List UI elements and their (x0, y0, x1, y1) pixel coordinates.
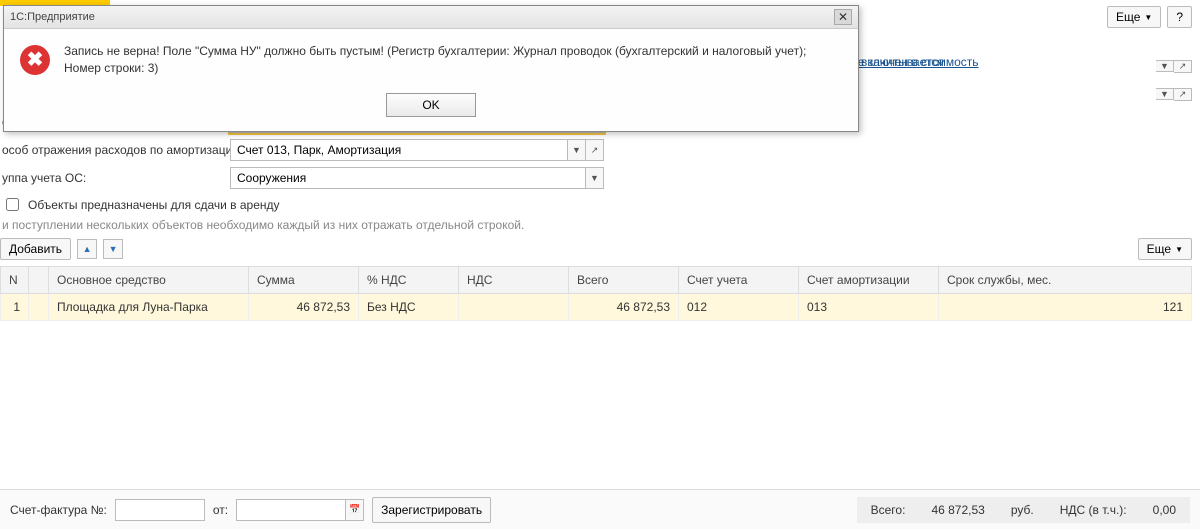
table-row[interactable]: 1 Площадка для Луна-Парка 46 872,53 Без … (1, 294, 1192, 321)
vat-total-label: НДС (в т.ч.): (1060, 503, 1127, 517)
col-n: N (1, 267, 29, 294)
col-total: Всего (569, 267, 679, 294)
chevron-down-icon: ▼ (1175, 245, 1183, 254)
more-button-table[interactable]: Еще ▼ (1138, 238, 1192, 260)
cell-amort: 013 (799, 294, 939, 321)
register-button[interactable]: Зарегистрировать (372, 497, 491, 523)
col-amort: Счет амортизации (799, 267, 939, 294)
open-icon[interactable]: ↗ (1174, 60, 1192, 73)
move-up-button[interactable] (77, 239, 97, 259)
total-value: 46 872,53 (931, 503, 984, 517)
col-term: Срок службы, мес. (939, 267, 1192, 294)
table-header-row: N Основное средство Сумма % НДС НДС Всег… (1, 267, 1192, 294)
more-label: Еще (1116, 10, 1140, 24)
open-icon[interactable]: ↗ (586, 139, 604, 161)
error-dialog: 1С:Предприятие ✕ ✖ Запись не верна! Поле… (3, 5, 859, 132)
col-vatrate: % НДС (359, 267, 459, 294)
col-vat: НДС (459, 267, 569, 294)
dropdown-icon[interactable]: ▼ (1156, 60, 1174, 72)
help-button[interactable]: ? (1167, 6, 1192, 28)
cell-n: 1 (1, 294, 29, 321)
total-label: Всего: (871, 503, 906, 517)
col-sum: Сумма (249, 267, 359, 294)
invoice-date-input[interactable] (236, 499, 346, 521)
dialog-title: 1С:Предприятие (10, 11, 95, 23)
add-button[interactable]: Добавить (0, 238, 71, 260)
chevron-down-icon[interactable]: ▼ (568, 139, 586, 161)
dialog-message: Запись не верна! Поле "Сумма НУ" должно … (64, 43, 842, 77)
error-icon: ✖ (20, 45, 50, 75)
more-label: Еще (1147, 242, 1171, 256)
close-icon[interactable]: ✕ (834, 9, 852, 25)
group-combo[interactable]: ▼ (230, 167, 604, 189)
vat-total-value: 0,00 (1153, 503, 1176, 517)
chevron-down-icon[interactable]: ▼ (586, 167, 604, 189)
totals-panel: Всего: 46 872,53 руб. НДС (в т.ч.): 0,00 (857, 497, 1190, 523)
currency-label: руб. (1011, 503, 1034, 517)
lease-checkbox-label: Объекты предназначены для сдачи в аренду (28, 198, 280, 212)
col-blank (29, 267, 49, 294)
assets-table: N Основное средство Сумма % НДС НДС Всег… (0, 266, 1192, 321)
top-right-actions: Еще ▼ ? (1107, 6, 1192, 28)
lease-checkbox[interactable] (6, 198, 19, 211)
cell-blank (29, 294, 49, 321)
open-icon[interactable]: ↗ (1174, 88, 1192, 101)
arrow-down-icon (109, 243, 118, 255)
cell-acc: 012 (679, 294, 799, 321)
invoice-number-input[interactable] (115, 499, 205, 521)
cell-term: 121 (939, 294, 1192, 321)
col-asset: Основное средство (49, 267, 249, 294)
calendar-icon[interactable]: 📅 (346, 499, 364, 521)
group-label: уппа учета ОС: (0, 171, 230, 185)
amort-input[interactable] (230, 139, 568, 161)
cell-vatrate: Без НДС (359, 294, 459, 321)
cell-asset: Площадка для Луна-Парка (49, 294, 249, 321)
multi-object-hint: и поступлении нескольких объектов необхо… (0, 218, 1192, 232)
more-button-top[interactable]: Еще ▼ (1107, 6, 1161, 28)
chevron-down-icon: ▼ (1144, 13, 1152, 22)
move-down-button[interactable] (103, 239, 123, 259)
dropdown-icon[interactable]: ▼ (1156, 88, 1174, 100)
cell-total: 46 872,53 (569, 294, 679, 321)
amort-label: особ отражения расходов по амортизации: (0, 143, 230, 157)
cell-sum: 46 872,53 (249, 294, 359, 321)
from-label: от: (213, 503, 228, 517)
amort-combo[interactable]: ▼ ↗ (230, 139, 604, 161)
group-input[interactable] (230, 167, 586, 189)
arrow-up-icon (83, 243, 92, 255)
ok-button[interactable]: OK (386, 93, 476, 117)
invoice-label: Счет-фактура №: (10, 503, 107, 517)
col-acc: Счет учета (679, 267, 799, 294)
cell-vat (459, 294, 569, 321)
footer-bar: Счет-фактура №: от: 📅 Зарегистрировать В… (0, 489, 1200, 529)
